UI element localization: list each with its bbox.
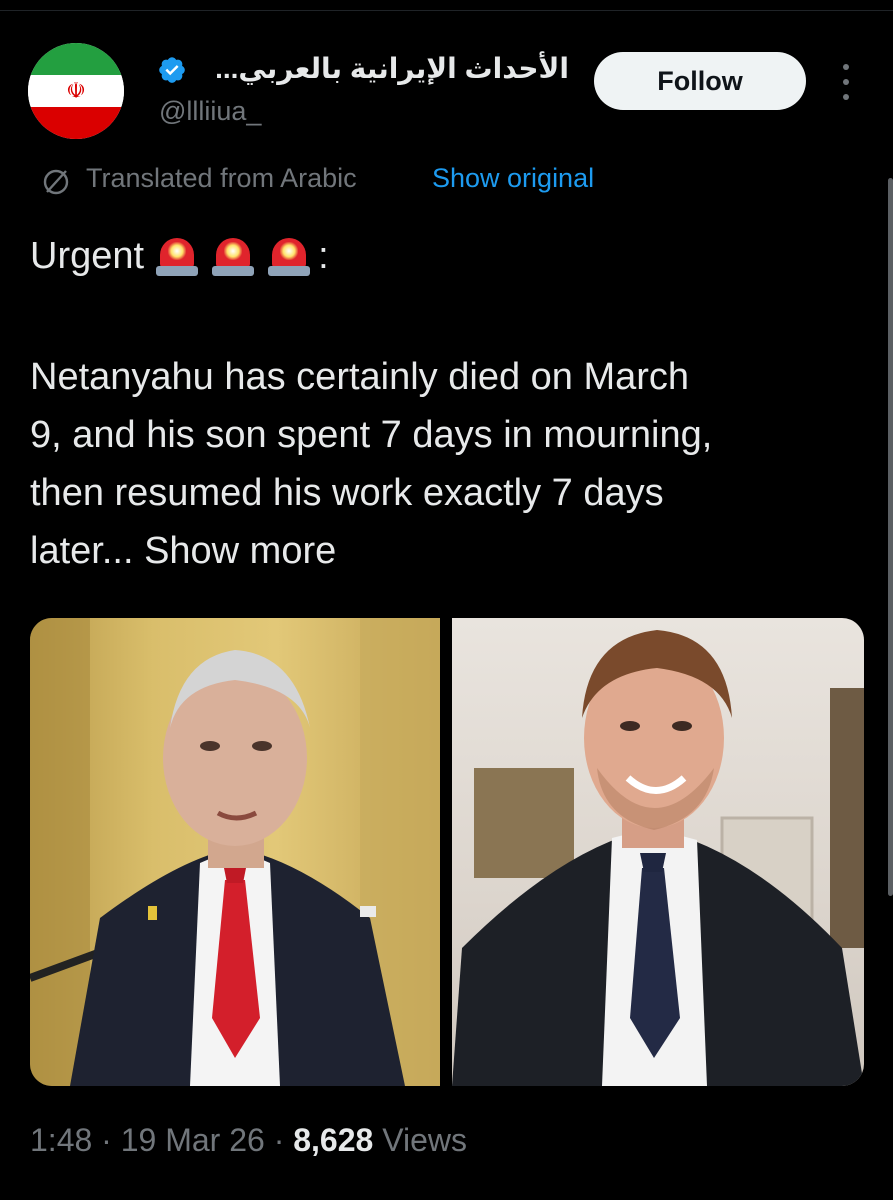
follow-button[interactable]: Follow [594, 52, 806, 110]
media-photo-left[interactable] [30, 618, 440, 1086]
police-car-light-icon [266, 234, 312, 278]
tweet-body-line: later... [30, 530, 134, 572]
police-car-light-icon [154, 234, 200, 278]
urgent-suffix: : [318, 234, 329, 277]
tweet-date[interactable]: 19 Mar 26 [121, 1122, 265, 1158]
tweet-body-line: Netanyahu has certainly died on March [30, 356, 690, 398]
urgent-prefix: Urgent [30, 234, 145, 277]
tweet-body: Netanyahu has certainly died on March 9,… [30, 348, 850, 580]
media-photo-right[interactable] [452, 618, 864, 1086]
more-options-icon[interactable] [838, 64, 854, 100]
tweet-urgent-line: Urgent : [30, 234, 329, 278]
tweet-detail-view: ☫ الأحداث الإيرانية بالعربي... @llliiua_… [0, 0, 893, 1200]
iran-flag-icon: ☫ [66, 77, 86, 103]
meta-separator: · [101, 1122, 112, 1158]
top-divider [0, 10, 893, 11]
show-original-link[interactable]: Show original [432, 163, 594, 194]
meta-separator: · [273, 1122, 285, 1158]
police-car-light-icon [210, 234, 256, 278]
scrollbar-thumb[interactable] [888, 178, 893, 896]
author-handle[interactable]: @llliiua_ [159, 96, 261, 127]
verified-badge-icon [159, 57, 185, 83]
translate-globe-icon [43, 169, 69, 195]
show-more-link[interactable]: Show more [144, 530, 336, 572]
translated-from-label: Translated from Arabic [86, 163, 357, 193]
tweet-meta: 1:48 · 19 Mar 26 · 8,628 Views [30, 1122, 467, 1159]
views-label: Views [382, 1122, 467, 1158]
tweet-body-line: then resumed his work exactly 7 days [30, 472, 664, 514]
tweet-body-line: 9, and his son spent 7 days in mourning, [30, 414, 713, 456]
views-count[interactable]: 8,628 [293, 1122, 373, 1158]
tweet-time[interactable]: 1:48 [30, 1122, 92, 1158]
tweet-media-grid [30, 618, 864, 1086]
author-display-name[interactable]: الأحداث الإيرانية بالعربي... [215, 52, 569, 85]
avatar[interactable]: ☫ [28, 43, 124, 139]
